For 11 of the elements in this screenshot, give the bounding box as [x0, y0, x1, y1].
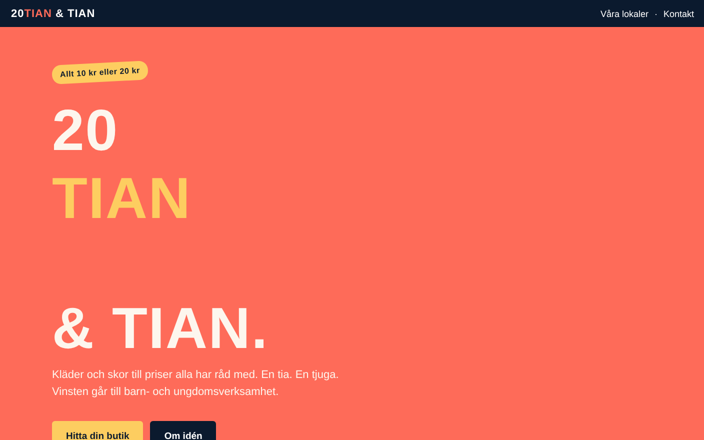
headline-text: TIAN — [52, 170, 192, 228]
price-badge: Allt 10 kr eller 20 kr — [52, 60, 148, 84]
find-store-button[interactable]: Hitta din butik — [52, 421, 144, 440]
site-logo[interactable]: 20TIAN & TIAN — [11, 8, 96, 20]
nav-link[interactable]: Kontakt — [663, 8, 694, 18]
nav-separator: · — [654, 8, 658, 18]
headline-text: 20 — [52, 102, 119, 160]
about-button[interactable]: Om idén — [150, 421, 216, 440]
nav-link[interactable]: Våra lokaler — [600, 8, 648, 18]
intro-paragraph: Kläder och skor till priser alla har råd med. En tia. En tjuga. Vinsten går till barn- och ungdomsverksamhet. — [52, 368, 339, 400]
headline-text: & TIAN. — [52, 300, 268, 358]
